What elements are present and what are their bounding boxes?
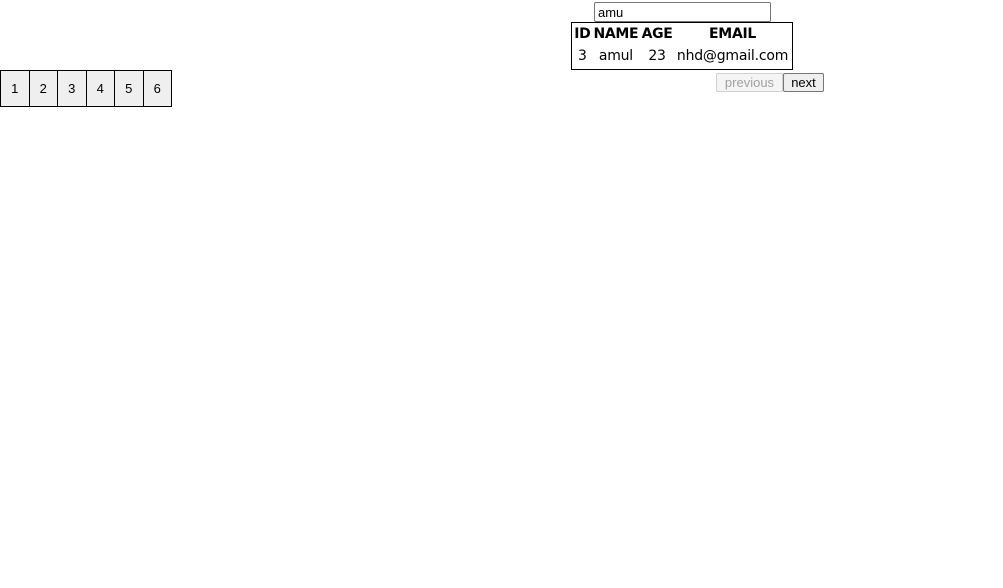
page-number-button[interactable]: 2 [28, 70, 58, 107]
page-number-button[interactable]: 1 [0, 70, 30, 107]
search-input[interactable] [594, 2, 771, 22]
page-number-button[interactable]: 3 [57, 70, 87, 107]
page: ID NAME AGE EMAIL 3 amul 23 nhd@gmail.co… [0, 0, 1003, 588]
column-header-age: AGE [641, 26, 673, 42]
previous-button[interactable]: previous [716, 73, 783, 92]
column-header-id: ID [574, 26, 591, 42]
users-table: ID NAME AGE EMAIL 3 amul 23 nhd@gmail.co… [571, 22, 793, 70]
cell-age: 23 [648, 48, 666, 64]
cell-name: amul [598, 48, 633, 64]
page-number-list: 1 2 3 4 5 6 [0, 70, 172, 107]
column-header-name: NAME [593, 26, 639, 42]
table-header-row: ID NAME AGE EMAIL [574, 25, 790, 43]
next-button[interactable]: next [783, 73, 824, 92]
column-header-email: EMAIL [709, 26, 757, 42]
cell-email: nhd@gmail.com [676, 48, 789, 64]
cell-id: 3 [578, 48, 587, 64]
page-number-button[interactable]: 6 [142, 70, 172, 107]
page-number-button[interactable]: 4 [85, 70, 115, 107]
page-number-button[interactable]: 5 [114, 70, 144, 107]
table-row: 3 amul 23 nhd@gmail.com [574, 45, 790, 67]
